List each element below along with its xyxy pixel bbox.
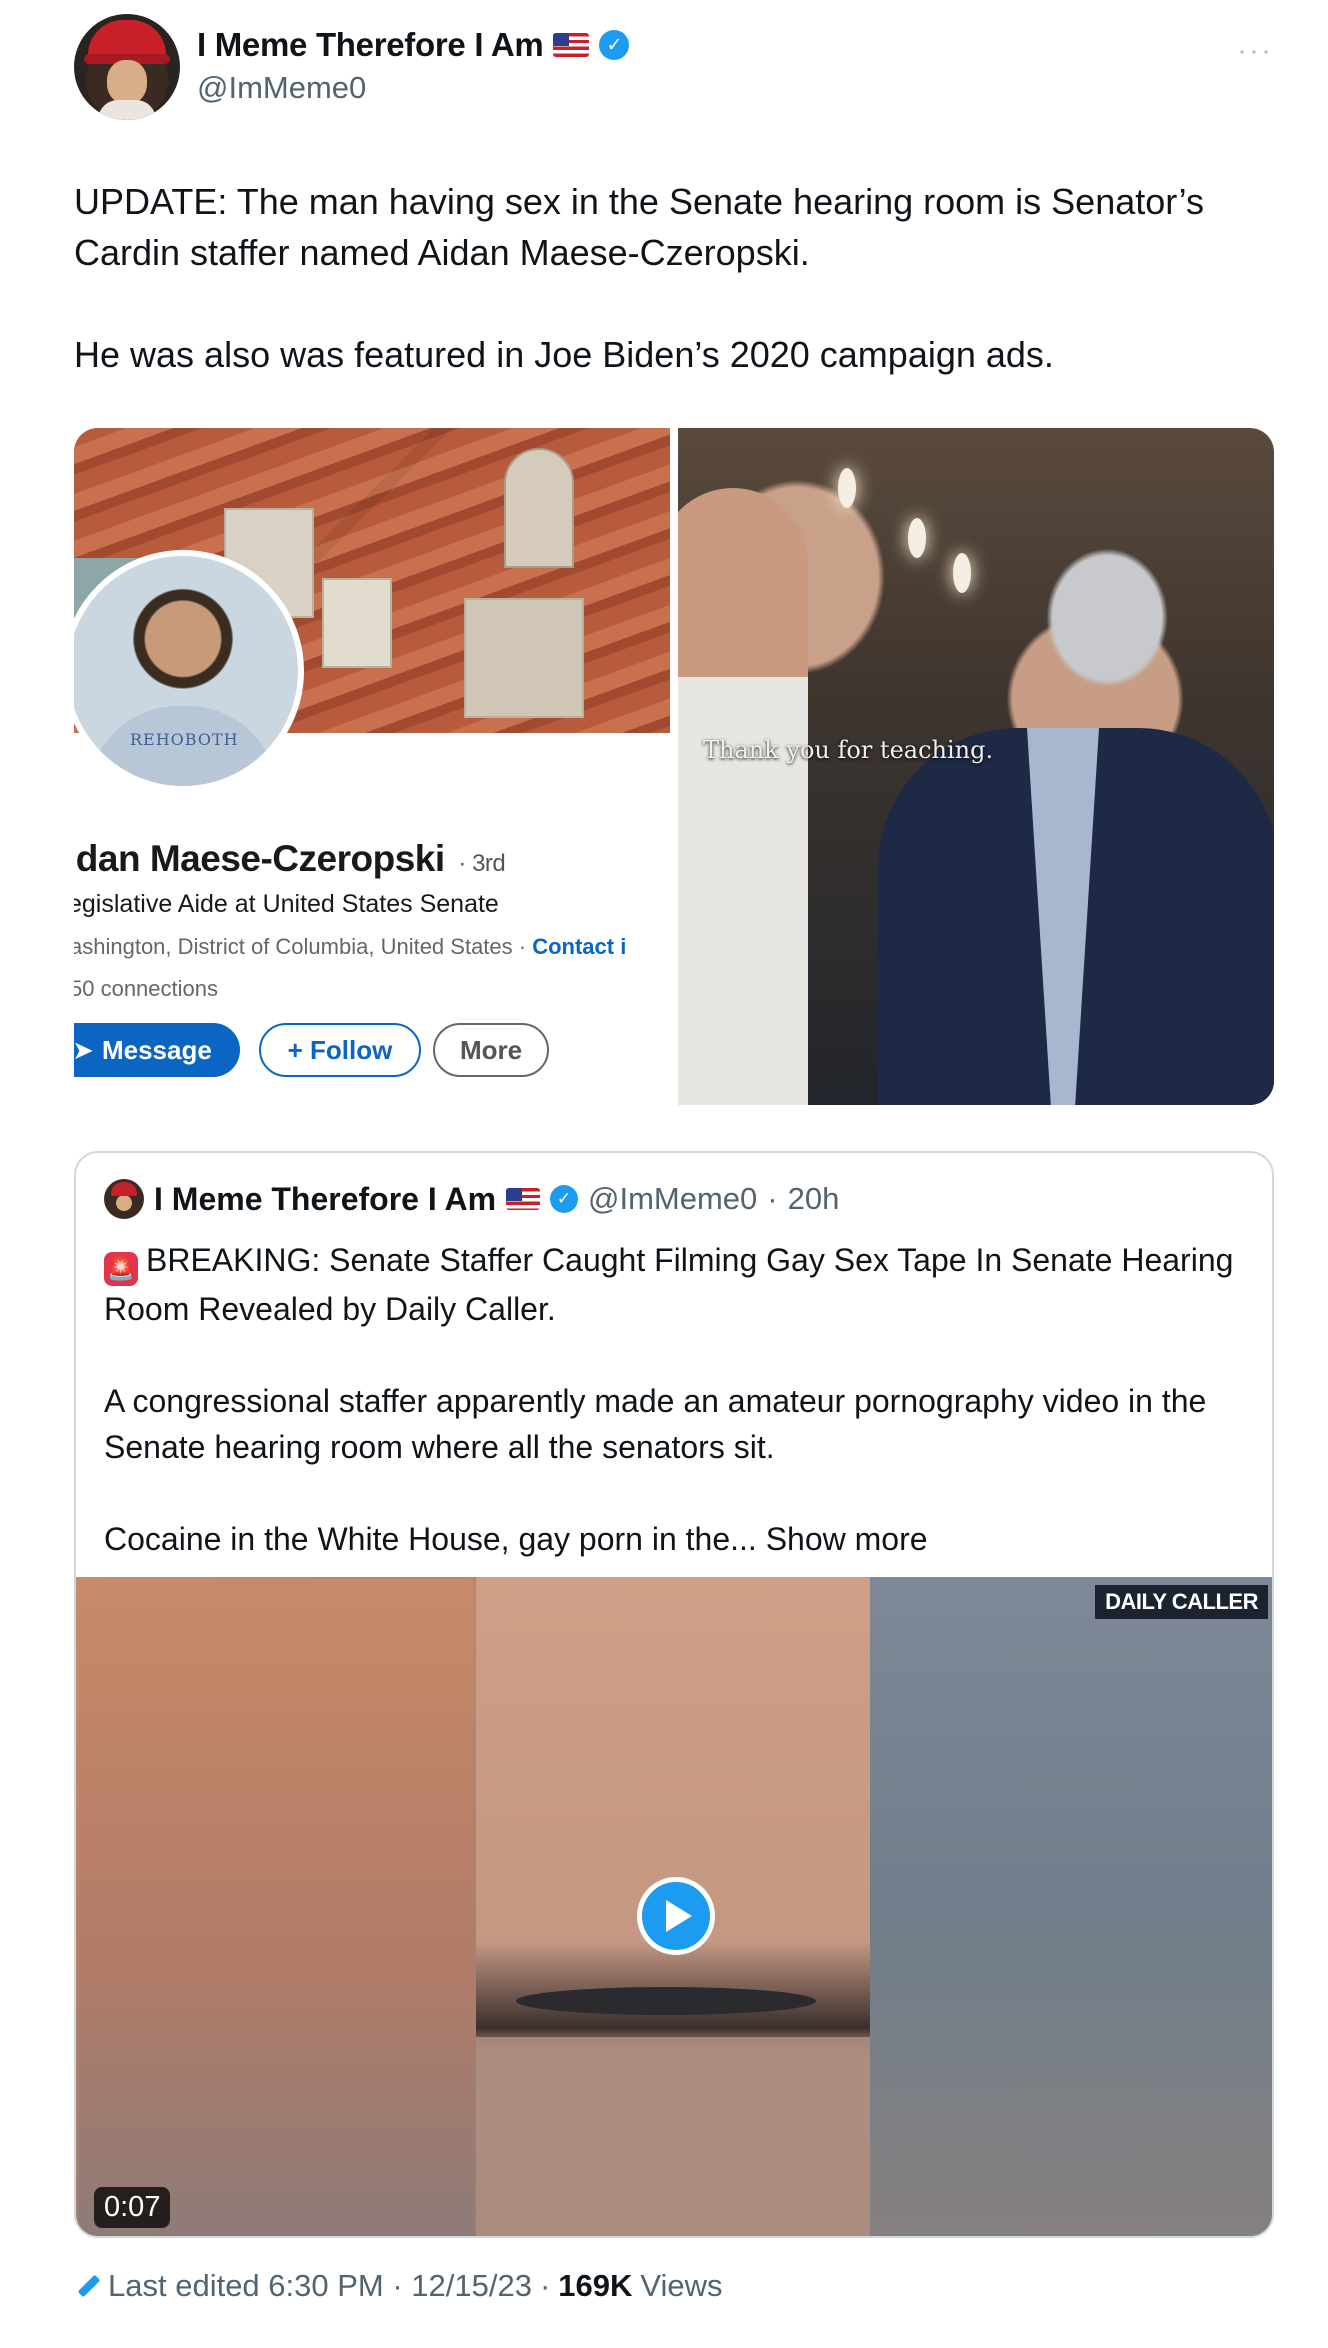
separator-dot: · bbox=[539, 2268, 551, 2303]
quoted-author-avatar bbox=[104, 1179, 144, 1219]
video-duration: 0:07 bbox=[94, 2187, 171, 2228]
siren-icon: 🚨 bbox=[104, 1252, 138, 1286]
quoted-paragraph: A congressional staffer apparently made … bbox=[104, 1383, 1207, 1465]
play-icon bbox=[666, 1900, 692, 1932]
show-more-link[interactable]: Show more bbox=[766, 1521, 928, 1557]
views-count: 169K bbox=[558, 2268, 633, 2303]
us-flag-icon bbox=[553, 33, 590, 57]
tweet-text: UPDATE: The man having sex in the Senate… bbox=[74, 176, 1274, 431]
follow-button: + Follow bbox=[259, 1023, 421, 1077]
quoted-timestamp: 20h bbox=[787, 1181, 840, 1216]
shirt-text: REHOBOTH bbox=[130, 730, 239, 749]
author-handle[interactable]: @ImMeme0 bbox=[197, 70, 366, 106]
media-image-linkedin-profile[interactable]: REHOBOTH idan Maese-Czeropski · 3rd egis… bbox=[74, 428, 670, 1105]
censor-blur bbox=[476, 2037, 870, 2236]
tweet-paragraph: UPDATE: The man having sex in the Senate… bbox=[74, 181, 1204, 273]
quoted-author-handle: @ImMeme0 bbox=[588, 1181, 758, 1216]
profile-photo: REHOBOTH bbox=[74, 550, 304, 792]
edit-pencil-icon[interactable] bbox=[74, 2273, 100, 2299]
verified-badge-icon[interactable]: ✓ bbox=[599, 30, 630, 60]
media-grid: REHOBOTH idan Maese-Czeropski · 3rd egis… bbox=[74, 428, 1274, 1105]
tweet-paragraph: He was also was featured in Joe Biden’s … bbox=[74, 334, 1054, 375]
author-name-row: I Meme Therefore I Am ✓ bbox=[197, 26, 630, 64]
verified-badge-icon: ✓ bbox=[550, 1185, 579, 1213]
quoted-tweet-header: I Meme Therefore I Am ✓ @ImMeme0 · 20h bbox=[104, 1179, 839, 1219]
daily-caller-watermark: DAILY CALLER bbox=[1095, 1585, 1268, 1619]
profile-name: idan Maese-Czeropski · 3rd bbox=[74, 838, 506, 879]
contact-info-link: Contact i bbox=[532, 934, 627, 959]
message-button: ➤ Message bbox=[74, 1023, 240, 1077]
quoted-paragraph: Cocaine in the White House, gay porn in … bbox=[104, 1521, 928, 1557]
tweet-meta: Last edited 6:30 PM · 12/15/23 · 169K Vi… bbox=[74, 2268, 723, 2304]
media-image-campaign-ad[interactable]: Thank you for teaching. bbox=[678, 428, 1274, 1105]
profile-connections: 50 connections bbox=[74, 976, 218, 1001]
more-options-icon[interactable]: ··· bbox=[1237, 34, 1273, 68]
connection-degree: · 3rd bbox=[458, 850, 506, 877]
separator-dot: · bbox=[767, 1181, 778, 1216]
profile-headline: egislative Aide at United States Senate bbox=[74, 890, 499, 918]
quoted-tweet[interactable]: I Meme Therefore I Am ✓ @ImMeme0 · 20h 🚨… bbox=[74, 1151, 1274, 2238]
video-player[interactable]: DAILY CALLER 0:07 bbox=[76, 1577, 1272, 2236]
more-button: More bbox=[433, 1023, 549, 1077]
video-caption: Thank you for teaching. bbox=[703, 736, 994, 764]
play-button[interactable] bbox=[637, 1877, 715, 1955]
views-label: Views bbox=[640, 2268, 723, 2303]
quoted-tweet-text: 🚨 BREAKING: Senate Staffer Caught Filming… bbox=[104, 1237, 1244, 1608]
us-flag-icon bbox=[506, 1188, 541, 1210]
author-display-name[interactable]: I Meme Therefore I Am bbox=[197, 26, 544, 64]
profile-location: ashington, District of Columbia, United … bbox=[74, 934, 627, 959]
last-edited-link[interactable]: Last edited 6:30 PM · 12/15/23 bbox=[108, 2268, 532, 2304]
send-icon: ➤ bbox=[74, 1034, 94, 1065]
young-man-figure bbox=[678, 488, 808, 1105]
quoted-paragraph: 🚨 BREAKING: Senate Staffer Caught Filming… bbox=[104, 1242, 1234, 1327]
author-avatar[interactable] bbox=[74, 14, 180, 120]
quoted-author-name: I Meme Therefore I Am bbox=[154, 1180, 497, 1217]
